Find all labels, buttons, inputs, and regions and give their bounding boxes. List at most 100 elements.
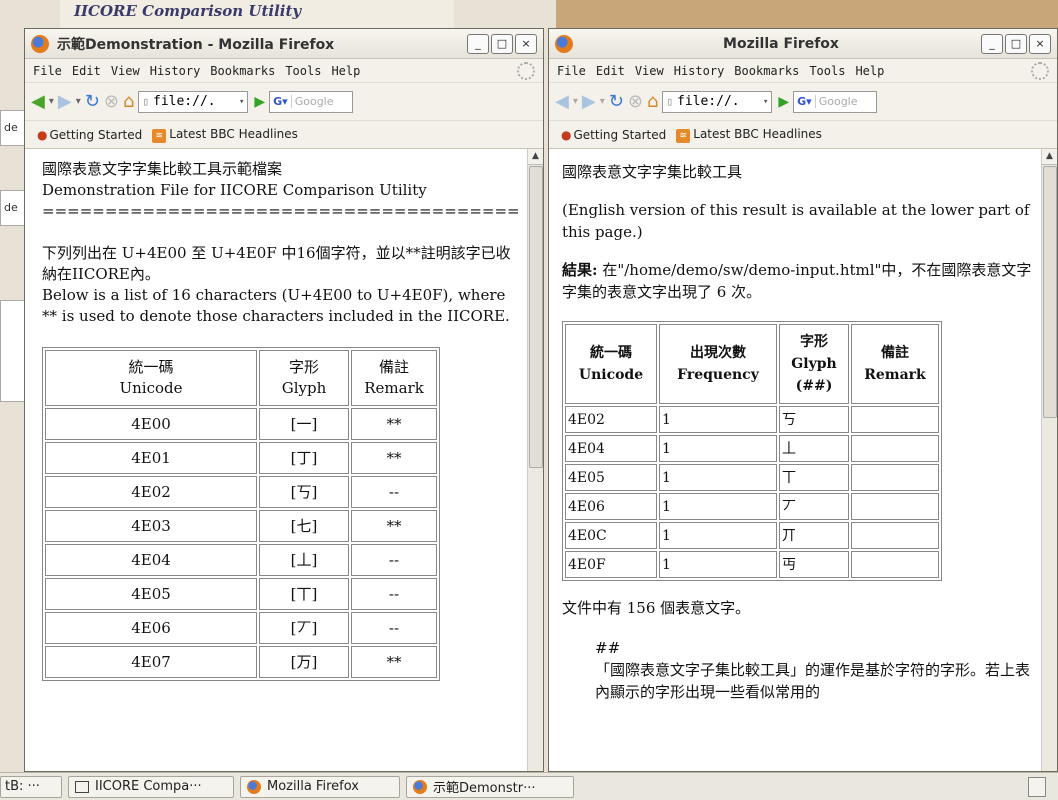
left-browser-window: 示範Demonstration - Mozilla Firefox _ □ × …: [24, 28, 544, 772]
forward-dropdown-icon[interactable]: ▾: [76, 92, 81, 112]
hash-marker: ##: [595, 639, 621, 657]
throbber-icon: [1031, 61, 1049, 80]
menu-tools[interactable]: Tools: [809, 64, 845, 78]
minimize-button[interactable]: _: [981, 33, 1003, 54]
menu-help[interactable]: Help: [331, 64, 360, 78]
table-row: 4E05 [丅] --: [45, 578, 437, 610]
taskbar-item-firefox[interactable]: Mozilla Firefox: [240, 775, 400, 798]
vertical-scrollbar[interactable]: ▲: [527, 149, 543, 771]
back-arrow-icon[interactable]: ◀: [31, 91, 45, 112]
firefox-bookmark-icon: ●: [37, 127, 48, 142]
result-paragraph: 結果: 在"/home/demo/sw/demo-input.html"中，不在…: [562, 259, 1033, 303]
close-button[interactable]: ×: [1029, 33, 1051, 54]
header-frequency: 出現次數 Frequency: [659, 324, 777, 404]
right-titlebar: Mozilla Firefox _ □ ×: [549, 29, 1057, 59]
table-row: 4E0C 1 丌: [565, 522, 939, 549]
bookmark-getting-started[interactable]: ● Getting Started: [561, 128, 666, 142]
stop-icon[interactable]: ⊗: [104, 91, 119, 112]
go-button-icon[interactable]: ▶: [254, 94, 265, 110]
throbber-icon: [517, 61, 535, 80]
google-engine-icon[interactable]: G▾: [794, 95, 816, 108]
url-bar[interactable]: ▯ file://. ▾: [662, 90, 773, 113]
maximize-button[interactable]: □: [491, 33, 513, 54]
intro-zh: 下列列出在 U+4E00 至 U+4E0F 中16個字符，並以**註明該字已收納…: [42, 244, 511, 283]
scroll-up-arrow-icon[interactable]: ▲: [528, 149, 543, 165]
bookmark-bbc-headlines[interactable]: ≋ Latest BBC Headlines: [676, 127, 822, 143]
desktop: IICORE Comparison Utility de de 示範Demons…: [0, 0, 1058, 772]
go-button-icon[interactable]: ▶: [778, 94, 789, 110]
menu-edit[interactable]: Edit: [596, 64, 625, 78]
heading-en: Demonstration File for IICORE Comparison…: [42, 181, 427, 199]
reload-icon[interactable]: ↻: [609, 91, 624, 112]
right-browser-window: Mozilla Firefox _ □ × File Edit View His…: [548, 28, 1058, 772]
menu-tools[interactable]: Tools: [285, 64, 321, 78]
result-table: 統一碼 Unicode 出現次數 Frequency 字形 Glyph (##) 備註 R…: [562, 321, 942, 581]
home-icon[interactable]: ⌂: [123, 91, 134, 112]
bookmark-bbc-headlines[interactable]: ≋ Latest BBC Headlines: [152, 127, 298, 143]
menu-history[interactable]: History: [150, 64, 201, 78]
taskbar-item-tb[interactable]: tB: ···: [0, 775, 62, 798]
forward-dropdown-icon[interactable]: ▾: [600, 92, 605, 112]
minimize-button[interactable]: _: [467, 33, 489, 54]
close-button[interactable]: ×: [515, 33, 537, 54]
menu-history[interactable]: History: [674, 64, 725, 78]
bookmarks-toolbar: ● Getting Started ≋ Latest BBC Headlines: [25, 121, 543, 149]
page-content: 國際表意文字字集比較工具示範檔案 Demonstration File for …: [25, 149, 543, 771]
total-count: 文件中有 156 個表意文字。: [562, 599, 751, 617]
url-dropdown-icon[interactable]: ▾: [239, 97, 244, 107]
page-content: 國際表意文字字集比較工具 (English version of this re…: [549, 149, 1057, 771]
menu-edit[interactable]: Edit: [72, 64, 101, 78]
page-icon: ▯: [666, 95, 673, 108]
background-window-strip: [0, 300, 26, 402]
background-wallpaper: [556, 0, 1058, 28]
search-box[interactable]: G▾ Google: [793, 90, 878, 113]
table-row: 4E04 [丄] --: [45, 544, 437, 576]
forward-arrow-icon[interactable]: ▶: [58, 91, 72, 112]
english-note: (English version of this result is avail…: [562, 201, 1030, 241]
back-dropdown-icon[interactable]: ▾: [49, 92, 54, 112]
window-icon: [75, 780, 89, 793]
table-row: 4E06 [丆] --: [45, 612, 437, 644]
separator-rule: ========================================…: [42, 202, 521, 220]
character-table: 統一碼 Unicode 字形 Glyph 備註 Remark 4E00 [一] ** 4E…: [42, 347, 440, 681]
forward-arrow-icon[interactable]: ▶: [582, 91, 596, 112]
stop-icon[interactable]: ⊗: [628, 91, 643, 112]
menu-bar: File Edit View History Bookmarks Tools H…: [549, 59, 1057, 83]
show-desktop-icon[interactable]: [1028, 776, 1046, 797]
back-arrow-icon[interactable]: ◀: [555, 91, 569, 112]
firefox-icon: [31, 34, 49, 53]
page-heading: 國際表意文字字集比較工具: [562, 163, 743, 181]
reload-icon[interactable]: ↻: [85, 91, 100, 112]
menu-file[interactable]: File: [557, 64, 586, 78]
header-unicode: 統一碼 Unicode: [565, 324, 657, 404]
bookmarks-toolbar: ● Getting Started ≋ Latest BBC Headlines: [549, 121, 1057, 149]
taskbar-item-demonstration[interactable]: 示範Demonstr···: [406, 775, 574, 798]
rss-icon: ≋: [152, 128, 167, 143]
menu-bookmarks[interactable]: Bookmarks: [210, 64, 275, 78]
header-remark: 備註 Remark: [351, 350, 437, 406]
taskbar-item-iicore[interactable]: IICORE Compa···: [68, 775, 234, 798]
back-dropdown-icon[interactable]: ▾: [573, 92, 578, 112]
menu-help[interactable]: Help: [855, 64, 884, 78]
left-titlebar: 示範Demonstration - Mozilla Firefox _ □ ×: [25, 29, 543, 59]
scroll-up-arrow-icon[interactable]: ▲: [1042, 149, 1057, 165]
menu-file[interactable]: File: [33, 64, 62, 78]
firefox-icon: [247, 779, 261, 794]
scrollbar-thumb[interactable]: [529, 166, 543, 468]
url-dropdown-icon[interactable]: ▾: [763, 97, 768, 107]
bookmark-getting-started[interactable]: ● Getting Started: [37, 128, 142, 142]
home-icon[interactable]: ⌂: [647, 91, 658, 112]
menu-bookmarks[interactable]: Bookmarks: [734, 64, 799, 78]
maximize-button[interactable]: □: [1005, 33, 1027, 54]
url-bar[interactable]: ▯ file://. ▾: [138, 90, 249, 113]
google-engine-icon[interactable]: G▾: [270, 95, 292, 108]
menu-view[interactable]: View: [635, 64, 664, 78]
url-text: file://.: [153, 94, 216, 109]
table-row: 4E02 [丂] --: [45, 476, 437, 508]
search-box[interactable]: G▾ Google: [269, 90, 354, 113]
vertical-scrollbar[interactable]: ▲: [1041, 149, 1057, 771]
scrollbar-thumb[interactable]: [1043, 166, 1057, 418]
taskbar: tB: ··· IICORE Compa··· Mozilla Firefox …: [0, 772, 1058, 800]
menu-view[interactable]: View: [111, 64, 140, 78]
header-unicode: 統一碼 Unicode: [45, 350, 257, 406]
